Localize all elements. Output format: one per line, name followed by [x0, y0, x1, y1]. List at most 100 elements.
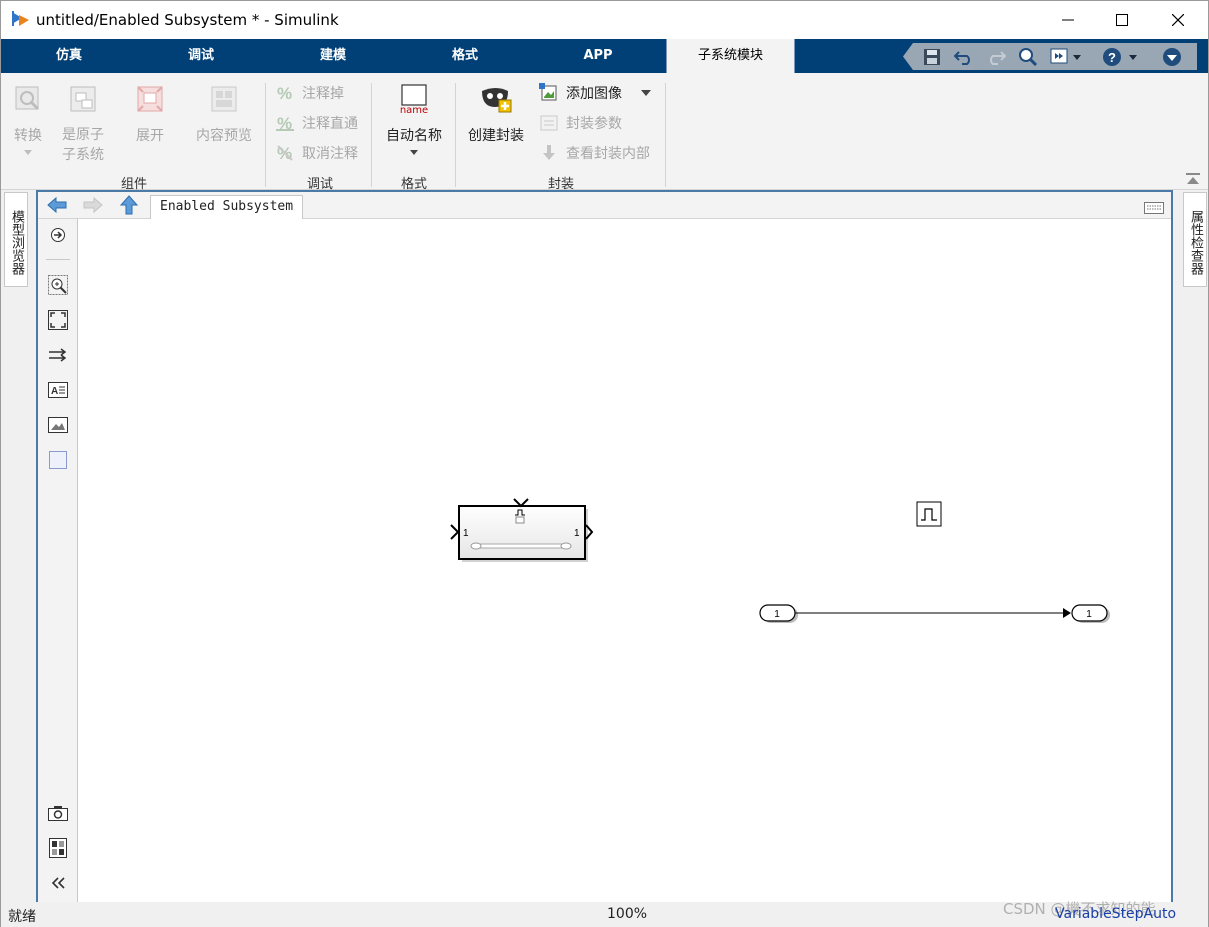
redo-icon — [985, 46, 1007, 68]
collapse-ribbon-icon[interactable] — [1161, 46, 1183, 68]
simulink-window: untitled/Enabled Subsystem * - Simulink … — [0, 0, 1209, 927]
inport-block[interactable]: 1 — [759, 604, 798, 623]
model-data-editor-icon[interactable] — [46, 836, 70, 860]
minimize-button[interactable] — [1041, 1, 1095, 39]
svg-text:A: A — [51, 386, 58, 397]
fit-to-view-icon[interactable] — [46, 308, 70, 332]
down-arrow-icon — [539, 143, 559, 163]
comment-through-button[interactable]: % 注释直通 — [275, 113, 358, 133]
pulse-block[interactable] — [916, 501, 942, 527]
uncomment-icon: % — [275, 143, 295, 163]
ribbon-panel: 转换 是原子 子系统 展开 内容预览 组件 % 注释掉 % 注释直通 % — [1, 73, 1208, 192]
simulink-logo-icon — [10, 9, 32, 29]
back-arrow-icon[interactable] — [46, 195, 68, 219]
dropdown-arrow-icon — [410, 150, 418, 155]
solver-link[interactable]: VariableStepAuto — [1055, 906, 1176, 922]
add-image-button[interactable]: 添加图像 — [539, 83, 652, 103]
tab-debug[interactable]: 调试 — [149, 39, 253, 73]
look-under-mask-button[interactable]: 查看封装内部 — [539, 143, 650, 163]
enabled-subsystem-block[interactable]: 1 1 — [450, 498, 594, 562]
diagram-canvas[interactable]: 1 1 1 1 — [78, 219, 1171, 902]
tab-subsystem-block[interactable]: 子系统模块 — [666, 39, 795, 73]
auto-name-button[interactable]: name 自动名称 — [379, 83, 449, 161]
percent-through-icon: % — [275, 113, 295, 133]
dropdown-arrow-icon[interactable] — [640, 89, 652, 97]
up-arrow-icon[interactable] — [119, 194, 139, 220]
help-icon[interactable]: ? — [1101, 46, 1141, 68]
collapse-ribbon-arrow-icon[interactable] — [1185, 171, 1201, 185]
image-icon[interactable] — [46, 413, 70, 437]
maximize-button[interactable] — [1095, 1, 1149, 39]
tab-format[interactable]: 格式 — [413, 39, 517, 73]
inport-label: 1 — [774, 609, 780, 620]
forward-arrow-icon — [82, 195, 104, 219]
signal-line[interactable] — [795, 608, 1071, 618]
editor-palette: A — [38, 219, 78, 902]
status-bar: 就绪 100% CSDN @機不求知的能 VariableStepAuto — [1, 900, 1208, 927]
breadcrumb-tab[interactable]: Enabled Subsystem — [150, 195, 304, 219]
group-divider — [455, 83, 456, 187]
atomic-label-line2: 子系统 — [62, 147, 104, 163]
uncomment-button[interactable]: % 取消注释 — [275, 143, 358, 163]
auto-name-label: 自动名称 — [386, 128, 442, 144]
save-icon[interactable] — [921, 46, 943, 68]
group-divider — [265, 83, 266, 187]
percent-icon: % — [275, 83, 295, 103]
zoom-level: 100% — [607, 906, 648, 922]
breadcrumb-bar: Enabled Subsystem — [38, 192, 1171, 219]
convert-label: 转换 — [14, 128, 42, 144]
content-preview-label: 内容预览 — [196, 128, 252, 144]
create-mask-button[interactable]: 创建封装 — [463, 83, 529, 145]
hide-show-arrow-icon[interactable] — [46, 223, 70, 247]
undo-icon[interactable] — [953, 46, 975, 68]
status-text: 就绪 — [8, 909, 36, 925]
window-title: untitled/Enabled Subsystem * - Simulink — [36, 11, 339, 29]
annotation-icon[interactable]: A — [46, 378, 70, 402]
uncomment-label: 取消注释 — [302, 146, 358, 162]
tab-simulation[interactable]: 仿真 — [17, 39, 121, 73]
tab-apps[interactable]: APP — [546, 39, 650, 73]
subsystem-in-port-label: 1 — [463, 528, 469, 539]
comment-out-button[interactable]: % 注释掉 — [275, 83, 344, 103]
dropdown-arrow-icon — [24, 150, 32, 155]
expand-icon — [137, 86, 163, 112]
tab-modeling[interactable]: 建模 — [281, 39, 385, 73]
convert-button[interactable]: 转换 — [7, 83, 49, 161]
property-inspector-tab[interactable]: 属性检查器 — [1183, 192, 1207, 287]
create-mask-label: 创建封装 — [468, 128, 524, 144]
screenshot-camera-icon[interactable] — [46, 801, 70, 825]
quick-access-toolbar: ? — [903, 43, 1197, 70]
svg-text:?: ? — [1108, 50, 1116, 65]
area-icon[interactable] — [46, 448, 70, 472]
add-image-icon — [539, 83, 559, 103]
add-image-label: 添加图像 — [566, 86, 622, 102]
model-browser-tab[interactable]: 模型浏览器 — [4, 192, 28, 287]
outport-block[interactable]: 1 — [1071, 604, 1110, 623]
title-bar: untitled/Enabled Subsystem * - Simulink — [1, 1, 1208, 39]
auto-name-icon-text: name — [399, 105, 429, 116]
zoom-icon[interactable] — [46, 273, 70, 297]
svg-text:%: % — [277, 84, 292, 102]
atomic-subsystem-button[interactable]: 是原子 子系统 — [57, 83, 109, 165]
palette-divider — [46, 259, 70, 260]
keyboard-icon[interactable] — [1144, 199, 1164, 218]
group-divider — [665, 83, 666, 187]
mask-params-label: 封装参数 — [566, 116, 622, 132]
ribbon-tab-strip: 仿真 调试 建模 格式 APP 子系统模块 ? — [1, 39, 1208, 73]
create-mask-icon — [482, 88, 512, 113]
search-icon[interactable] — [1017, 46, 1039, 68]
expand-label: 展开 — [136, 128, 164, 144]
convert-icon — [15, 86, 40, 111]
collapse-palette-icon[interactable] — [46, 871, 70, 895]
look-under-mask-label: 查看封装内部 — [566, 146, 650, 162]
content-preview-button[interactable]: 内容预览 — [191, 83, 257, 145]
mask-params-button[interactable]: 封装参数 — [539, 113, 622, 133]
mask-params-icon — [539, 113, 559, 133]
content-preview-icon — [211, 86, 237, 112]
close-button[interactable] — [1151, 1, 1205, 39]
signal-lines-icon[interactable] — [46, 343, 70, 367]
fast-forward-menu-icon[interactable] — [1049, 46, 1083, 68]
group-divider — [371, 83, 372, 187]
expand-button[interactable]: 展开 — [129, 83, 171, 145]
comment-out-label: 注释掉 — [302, 86, 344, 102]
